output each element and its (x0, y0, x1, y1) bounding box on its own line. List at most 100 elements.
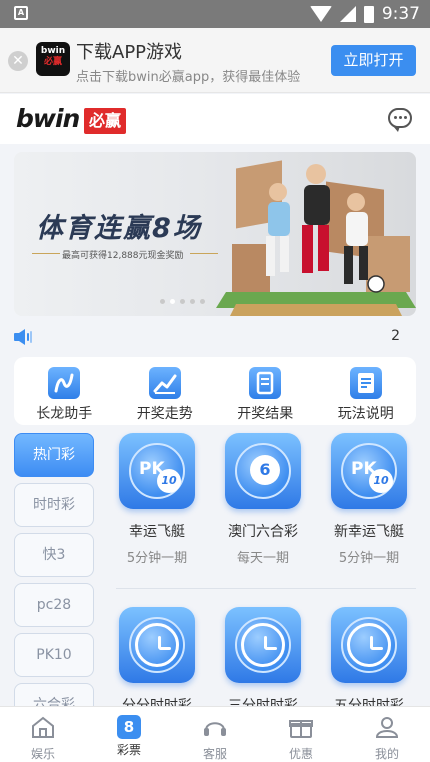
lottery-ball-6-icon: 6 (225, 433, 301, 509)
status-icons: 9:37 (309, 4, 420, 24)
category-pc28[interactable]: pc28 (14, 583, 94, 627)
promo-subtitle: 最高可获得12,888元现金奖励 (62, 251, 184, 261)
pk-badge: 10 (157, 469, 181, 493)
promo-carousel[interactable]: 体育连赢8场 最高可获得12,888元现金奖励 (14, 152, 416, 316)
game-desc: 每天一期 (236, 551, 289, 566)
app-logo-bottom: 必赢 (43, 57, 62, 67)
quick-menu: 长龙助手 开奖走势 开奖结果 玩法说明 (14, 357, 416, 425)
pk10-disc: PK 10 (129, 443, 185, 499)
quick-rules[interactable]: 玩法说明 (316, 357, 417, 425)
app-logo-top: bwin (40, 46, 66, 56)
download-subtitle: 点击下载bwin必赢app，获得最佳体验 (76, 70, 301, 85)
clock-face (347, 623, 391, 667)
rules-document-icon (349, 367, 382, 399)
quick-label: 玩法说明 (337, 406, 394, 422)
clock-icon (331, 607, 407, 683)
game-ffssc[interactable]: 分分时时彩 (104, 607, 210, 715)
quick-label: 长龙助手 (36, 406, 93, 422)
carousel-dot[interactable] (170, 299, 175, 304)
game-sfssc[interactable]: 三分时时彩 (210, 607, 316, 715)
chat-bubble-icon[interactable] (388, 108, 412, 132)
quick-results[interactable]: 开奖结果 (215, 357, 316, 425)
tab-label: 客服 (202, 747, 227, 761)
promo-title: 体育连赢8场 (36, 213, 202, 244)
clock-icon (119, 607, 195, 683)
carousel-indicators[interactable] (160, 299, 205, 304)
brand-logo-text: bwin (16, 104, 80, 133)
ball-number: 6 (250, 455, 280, 485)
status-bar: A 9:37 (0, 0, 430, 28)
notice-marquee[interactable]: 2 (14, 326, 416, 348)
headset-icon (204, 722, 226, 736)
tab-entertainment[interactable]: 娱乐 (0, 707, 86, 762)
notice-text: 2 (391, 328, 400, 344)
clock-disc (341, 617, 397, 673)
category-ssc[interactable]: 时时彩 (14, 483, 94, 527)
download-title: 下载APP游戏 (76, 42, 183, 63)
pk-badge: 10 (369, 469, 393, 493)
game-macau-lhc[interactable]: 6 澳门六合彩 每天一期 (210, 433, 316, 566)
clock-time: 9:37 (381, 4, 420, 24)
tab-label: 娱乐 (30, 747, 55, 761)
trend-chart-icon (148, 367, 181, 399)
close-banner-button[interactable]: ✕ (8, 51, 28, 71)
game-name: 澳门六合彩 (228, 524, 298, 540)
pk10-disc: PK 10 (341, 443, 397, 499)
header: bwin 必赢 (0, 94, 430, 144)
signal-icon (339, 6, 356, 22)
home-icon (32, 716, 54, 738)
quick-label: 开奖结果 (237, 406, 294, 422)
lottery-glyph: 8 (123, 718, 135, 736)
tab-label: 优惠 (288, 747, 313, 761)
game-desc: 5分钟一期 (338, 551, 400, 566)
game-wfssc[interactable]: 五分时时彩 (316, 607, 422, 715)
brand-logo-cn: 必赢 (84, 108, 127, 134)
category-hot[interactable]: 热门彩 (14, 433, 94, 477)
carousel-dot[interactable] (200, 299, 205, 304)
download-banner: ✕ bwin 必赢 下载APP游戏 点击下载bwin必赢app，获得最佳体验 立… (0, 28, 430, 93)
carousel-dot[interactable] (180, 299, 185, 304)
grid-divider (116, 588, 416, 589)
category-pk10[interactable]: PK10 (14, 633, 94, 677)
quick-trend[interactable]: 开奖走势 (115, 357, 216, 425)
lottery-8-icon: 8 (117, 715, 141, 739)
tab-label: 我的 (374, 747, 399, 761)
app-logo: bwin 必赢 (36, 42, 70, 76)
quick-dragon-assistant[interactable]: 长龙助手 (14, 357, 115, 425)
clock-disc (129, 617, 185, 673)
carousel-dot[interactable] (190, 299, 195, 304)
results-document-icon (249, 367, 282, 399)
game-name: 新幸运飞艇 (334, 524, 404, 540)
clock-face (135, 623, 179, 667)
bottom-tab-bar: 娱乐 8 彩票 客服 优惠 我的 (0, 706, 430, 762)
ball-disc: 6 (235, 443, 291, 499)
game-lucky-airship[interactable]: PK 10 幸运飞艇 5分钟一期 (104, 433, 210, 566)
clock-icon (225, 607, 301, 683)
wifi-icon (309, 6, 332, 22)
football-players-image (216, 160, 416, 316)
open-app-button[interactable]: 立即打开 (331, 45, 416, 76)
game-name: 幸运飞艇 (129, 524, 185, 540)
tab-promotions[interactable]: 优惠 (258, 707, 344, 762)
game-new-lucky-airship[interactable]: PK 10 新幸运飞艇 5分钟一期 (316, 433, 422, 566)
speaker-icon (14, 329, 32, 345)
category-sidebar: 热门彩 时时彩 快3 pc28 PK10 六合彩 (14, 433, 94, 733)
notification-a-icon: A (14, 6, 28, 20)
dragon-icon (48, 367, 81, 399)
tab-mine[interactable]: 我的 (344, 707, 430, 762)
user-icon (375, 717, 399, 738)
tab-label: 彩票 (116, 743, 141, 757)
promo-line-left (32, 253, 60, 254)
battery-icon (363, 5, 374, 23)
quick-label: 开奖走势 (136, 406, 193, 422)
gift-icon (289, 720, 313, 738)
tab-service[interactable]: 客服 (172, 707, 258, 762)
clock-face (241, 623, 285, 667)
game-desc: 5分钟一期 (126, 551, 188, 566)
pk10-icon: PK 10 (331, 433, 407, 509)
promo-line-right (190, 253, 218, 254)
clock-disc (235, 617, 291, 673)
tab-lottery[interactable]: 8 彩票 (86, 707, 172, 762)
carousel-dot[interactable] (160, 299, 165, 304)
category-k3[interactable]: 快3 (14, 533, 94, 577)
